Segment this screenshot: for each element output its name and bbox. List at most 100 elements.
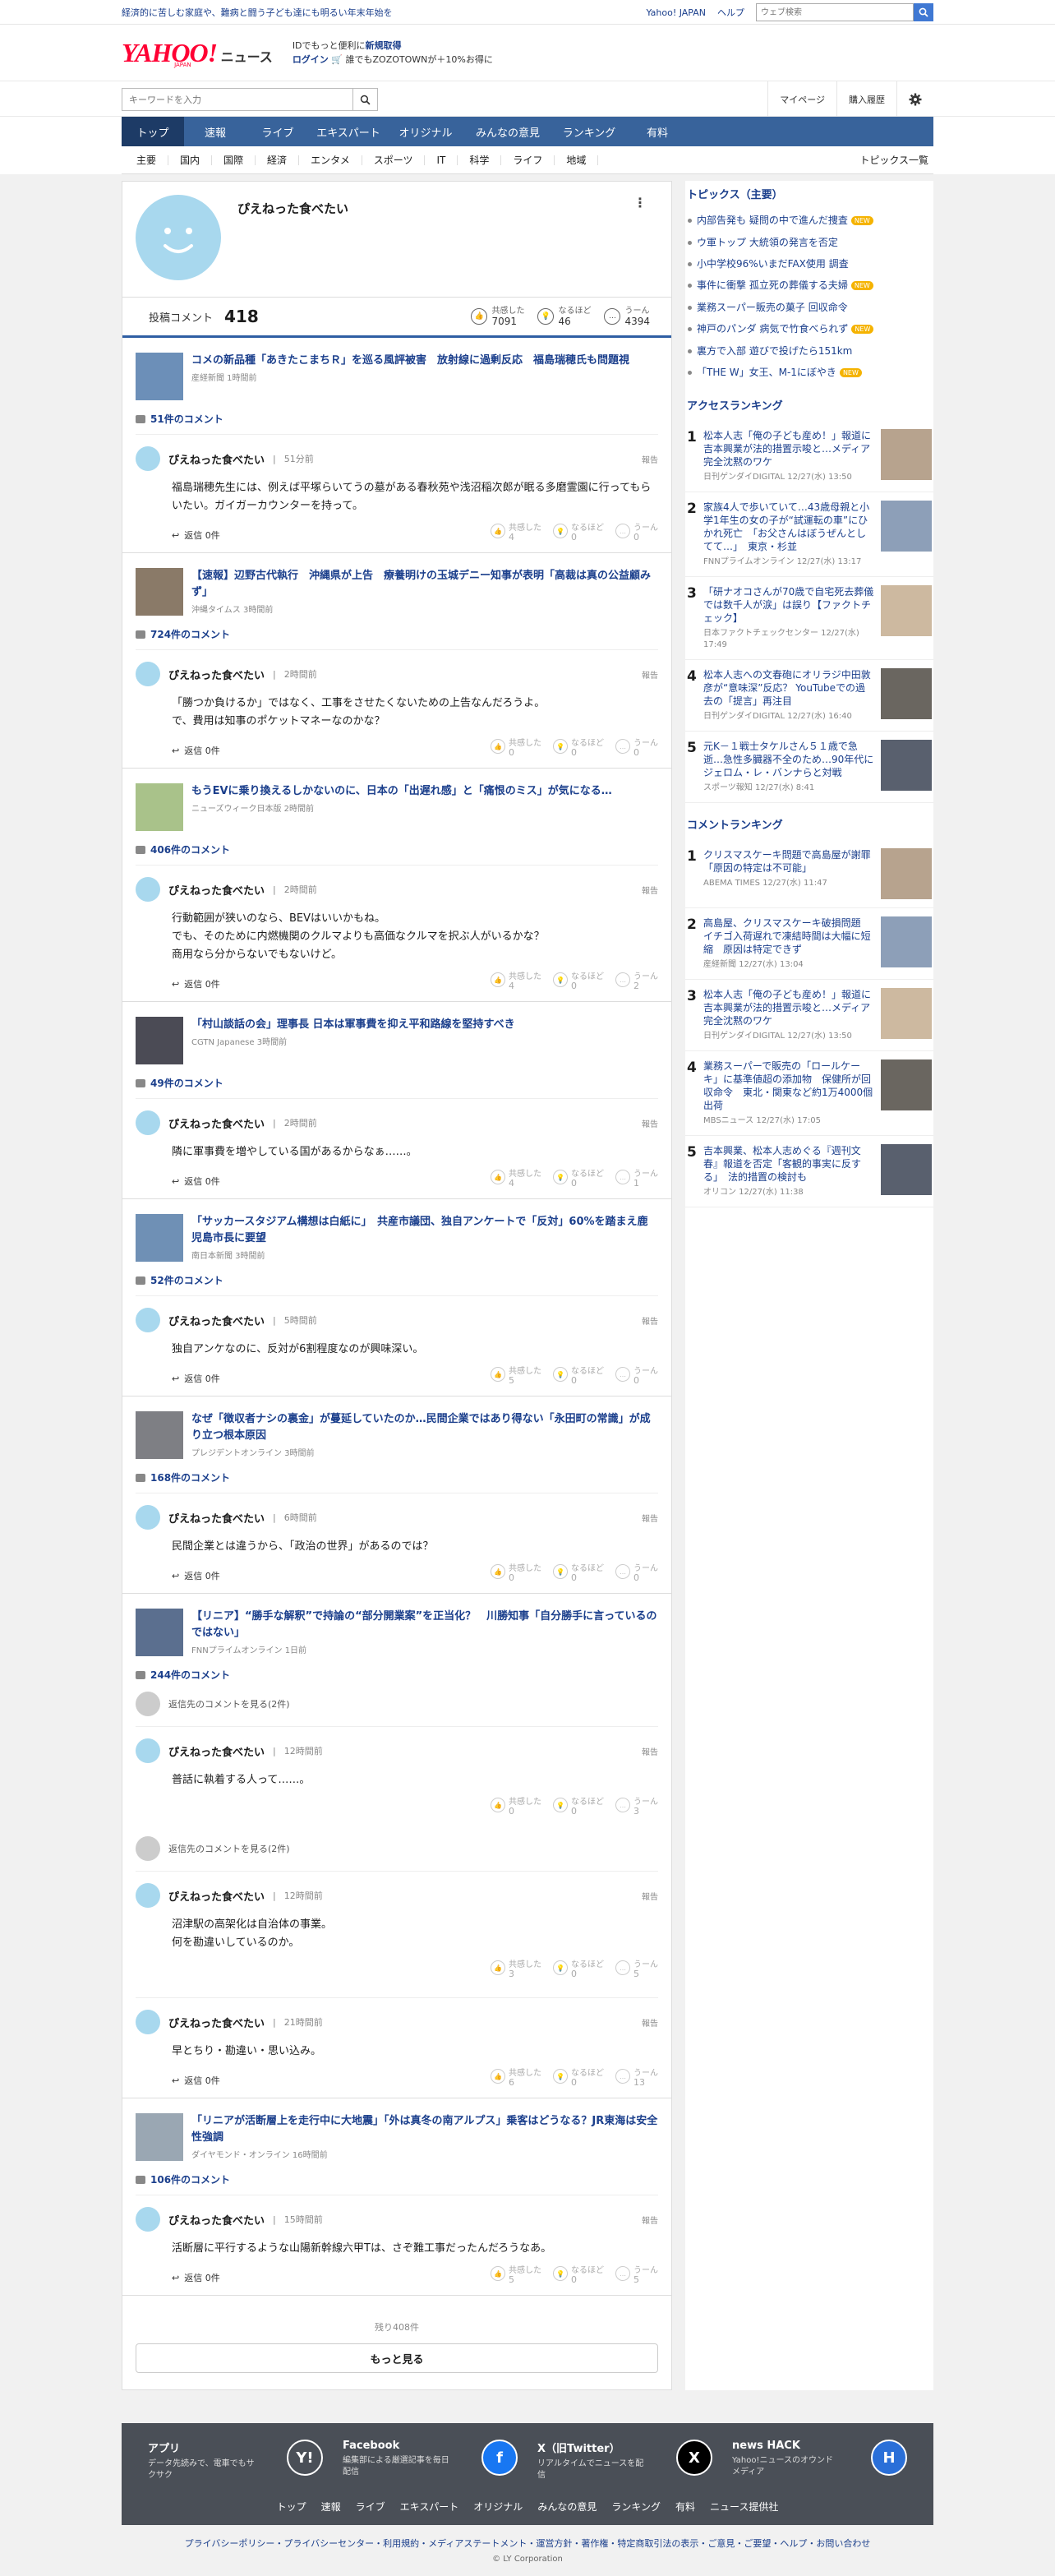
subnav-domestic[interactable]: 国内 xyxy=(168,155,213,165)
zozo-promo[interactable]: 🛒 誰でもZOZOTOWNが＋10%お得に xyxy=(331,54,493,65)
subnav-life[interactable]: ライフ xyxy=(501,155,555,165)
rank-title[interactable]: 「研ナオコさんが70歳で自宅死去葬儀では数千人が涙」は誤り【ファクトチェック】 xyxy=(703,585,874,625)
ranking-item[interactable]: 3 松本人志「俺の子ども産め！」報道に吉本興業が法的措置示唆と…メディア完全沈黙の… xyxy=(685,980,933,1051)
keyword-search-button[interactable] xyxy=(353,88,378,111)
reaction-kyokan-button[interactable]: 👍 共感した 4 xyxy=(491,524,541,542)
tab-top[interactable]: トップ xyxy=(122,117,184,146)
login-link[interactable]: ログイン xyxy=(293,54,329,65)
reaction-kyokan-button[interactable]: 👍 共感した 4 xyxy=(491,1170,541,1189)
footer-link[interactable]: ランキング xyxy=(611,2500,661,2514)
footer-link[interactable]: エキスパート xyxy=(400,2500,459,2514)
rank-thumbnail[interactable] xyxy=(881,848,932,899)
reaction-uun-button[interactable]: … うーん 0 xyxy=(615,739,658,758)
article-title[interactable]: 【リニア】“勝手な解釈”で持論の“部分開業案”を正当化？ 川勝知事「自分勝手に言… xyxy=(191,1609,658,1641)
footer-app[interactable]: X（旧Twitter） リアルタイムでニュースを配信 X xyxy=(528,2440,722,2481)
report-link[interactable]: 報告 xyxy=(642,1890,658,1902)
article-thumbnail[interactable] xyxy=(136,568,183,616)
article-thumbnail[interactable] xyxy=(136,1609,183,1656)
reaction-kyokan-button[interactable]: 👍 共感した 5 xyxy=(491,2266,541,2285)
rank-thumbnail[interactable] xyxy=(881,740,932,791)
subnav-science[interactable]: 科学 xyxy=(458,155,502,165)
topic-item[interactable]: 事件に衝撃 孤立死の葬儀する夫婦 NEW xyxy=(685,275,933,297)
reply-button[interactable]: ↩ 返信 0件 xyxy=(172,2074,220,2087)
subnav-main[interactable]: 主要 xyxy=(122,155,169,165)
reply-button[interactable]: ↩ 返信 0件 xyxy=(172,744,220,757)
reaction-naruhodo-button[interactable]: 💡 なるほど 0 xyxy=(553,1564,604,1583)
footer-link[interactable]: ニュース提供社 xyxy=(710,2500,778,2514)
ranking-item[interactable]: 4 業務スーパーで販売の「ロールケーキ」に基準値超の添加物 保健所が回収命令 東北… xyxy=(685,1051,933,1136)
ranking-item[interactable]: 5 元K－１戦士タケルさん５１歳で急逝…急性多臓器不全のため…90年代にジェロム・… xyxy=(685,732,933,803)
reaction-naruhodo-button[interactable]: 💡 なるほど 0 xyxy=(553,2266,604,2285)
web-search-button[interactable] xyxy=(914,3,933,21)
comment-user[interactable]: ぴえねった食べたい xyxy=(168,451,265,467)
article-thumbnail[interactable] xyxy=(136,783,183,831)
yahoo-japan-link[interactable]: Yahoo! JAPAN xyxy=(646,7,706,18)
footer-app[interactable]: アプリ データ先読みで、電車でもサクサク Y! xyxy=(138,2440,333,2481)
report-link[interactable]: 報告 xyxy=(642,1745,658,1757)
article-title[interactable]: 「村山談話の会」理事長 日本は軍事費を抑え平和路線を堅持すべき xyxy=(191,1017,515,1033)
comment-user[interactable]: ぴえねった食べたい xyxy=(168,1510,265,1526)
tab-ranking[interactable]: ランキング xyxy=(552,117,626,146)
rank-thumbnail[interactable] xyxy=(881,429,932,480)
reaction-uun-button[interactable]: … うーん 0 xyxy=(615,524,658,542)
ranking-item[interactable]: 1 クリスマスケーキ問題で高島屋が謝罪「原因の特定は不可能」 ABEMA TIMES… xyxy=(685,840,933,908)
topic-item[interactable]: ウ軍トップ 大統領の発言を否定 xyxy=(685,232,933,253)
rank-thumbnail[interactable] xyxy=(881,668,932,719)
tab-expert[interactable]: エキスパート xyxy=(309,117,388,146)
comment-user[interactable]: ぴえねった食べたい xyxy=(168,1115,265,1131)
rank-title[interactable]: 吉本興業、松本人志めぐる『週刊文春』報道を否定「客観的事実に反する」 法的措置の… xyxy=(703,1144,874,1184)
topics-list-link[interactable]: トピックス一覧 xyxy=(859,153,933,167)
topic-item[interactable]: 小中学校96%いまだFAX使用 調査 xyxy=(685,253,933,275)
mypage-button[interactable]: マイページ xyxy=(767,81,836,118)
reaction-uun-button[interactable]: … うーん 5 xyxy=(615,2266,658,2285)
comment-user[interactable]: ぴえねった食べたい xyxy=(168,2212,265,2227)
comment-count-link[interactable]: 49件のコメント xyxy=(136,1076,658,1090)
report-link[interactable]: 報告 xyxy=(642,1117,658,1129)
subnav-sports[interactable]: スポーツ xyxy=(362,155,426,165)
tab-live[interactable]: ライブ xyxy=(246,117,309,146)
reply-button[interactable]: ↩ 返信 0件 xyxy=(172,1569,220,1582)
article-title[interactable]: もうEVに乗り換えるしかないのに、日本の「出遅れ感」と「痛恨のミス」が気になる… xyxy=(191,783,612,800)
topic-item[interactable]: 神戸のパンダ 病気で竹食べられず NEW xyxy=(685,318,933,340)
article-thumbnail[interactable] xyxy=(136,1411,183,1459)
footer-link[interactable]: ライブ xyxy=(356,2500,385,2514)
rank-title[interactable]: 松本人志への文春砲にオリラジ中田敦彦が“意味深”反応？ YouTubeでの過去の… xyxy=(703,668,874,708)
article-thumbnail[interactable] xyxy=(136,1214,183,1262)
rank-thumbnail[interactable] xyxy=(881,501,932,552)
footer-link[interactable]: 有料 xyxy=(675,2500,695,2514)
parent-thread-link[interactable]: 返信先のコメントを見る(2件) xyxy=(136,1682,658,1726)
keyword-input[interactable] xyxy=(122,88,353,111)
ranking-item[interactable]: 3 「研ナオコさんが70歳で自宅死去葬儀では数千人が涙」は誤り【ファクトチェック】… xyxy=(685,577,933,660)
rank-thumbnail[interactable] xyxy=(881,916,932,967)
reaction-kyokan-button[interactable]: 👍 共感した 0 xyxy=(491,1564,541,1583)
ranking-item[interactable]: 2 家族4人で歩いていて…43歳母親と小学1年生の女の子が“試運転の車”にひかれ死… xyxy=(685,492,933,577)
footer-link[interactable]: みんなの意見 xyxy=(537,2500,597,2514)
rank-title[interactable]: 家族4人で歩いていて…43歳母親と小学1年生の女の子が“試運転の車”にひかれ死亡… xyxy=(703,501,874,553)
report-link[interactable]: 報告 xyxy=(642,2016,658,2029)
comment-count-link[interactable]: 51件のコメント xyxy=(136,412,658,426)
parent-thread-link[interactable]: 返信先のコメントを見る(2件) xyxy=(136,1826,658,1871)
comment-user[interactable]: ぴえねった食べたい xyxy=(168,882,265,898)
subnav-world[interactable]: 国際 xyxy=(212,155,256,165)
article-title[interactable]: 「リニアが活断層上を走行中に大地震」「外は真冬の南アルプス」乗客はどうなる？JR… xyxy=(191,2113,658,2146)
promo-link[interactable]: 経済的に苦しむ家庭や、難病と闘う子ども達にも明るい年末年始を xyxy=(122,6,646,19)
rank-thumbnail[interactable] xyxy=(881,1059,932,1110)
help-link[interactable]: ヘルプ xyxy=(717,6,744,19)
comment-count-link[interactable]: 106件のコメント xyxy=(136,2172,658,2186)
reaction-naruhodo-button[interactable]: 💡 なるほど 0 xyxy=(553,2069,604,2088)
footer-link[interactable]: 速報 xyxy=(321,2500,341,2514)
reaction-naruhodo-button[interactable]: 💡 なるほど 0 xyxy=(553,524,604,542)
reaction-uun-button[interactable]: … うーん 5 xyxy=(615,1960,658,1979)
reply-button[interactable]: ↩ 返信 0件 xyxy=(172,529,220,542)
rank-thumbnail[interactable] xyxy=(881,988,932,1039)
reaction-uun-button[interactable]: … うーん 2 xyxy=(615,972,658,991)
tab-paid[interactable]: 有料 xyxy=(626,117,689,146)
reaction-naruhodo-button[interactable]: 💡 なるほど 0 xyxy=(553,972,604,991)
comment-user[interactable]: ぴえねった食べたい xyxy=(168,1313,265,1328)
ranking-item[interactable]: 4 松本人志への文春砲にオリラジ中田敦彦が“意味深”反応？ YouTubeでの過去… xyxy=(685,660,933,732)
comment-count-link[interactable]: 244件のコメント xyxy=(136,1668,658,1682)
article-title[interactable]: なぜ「徴収者ナシの裏金」が蔓延していたのか…民間企業ではあり得ない「永田町の常識… xyxy=(191,1411,658,1444)
reaction-kyokan-button[interactable]: 👍 共感した 0 xyxy=(491,1798,541,1817)
article-title[interactable]: 「サッカースタジアム構想は白紙に」 共産市議団、独自アンケートで「反対」60%を… xyxy=(191,1214,658,1247)
reaction-naruhodo-button[interactable]: 💡 なるほど 0 xyxy=(553,1960,604,1979)
